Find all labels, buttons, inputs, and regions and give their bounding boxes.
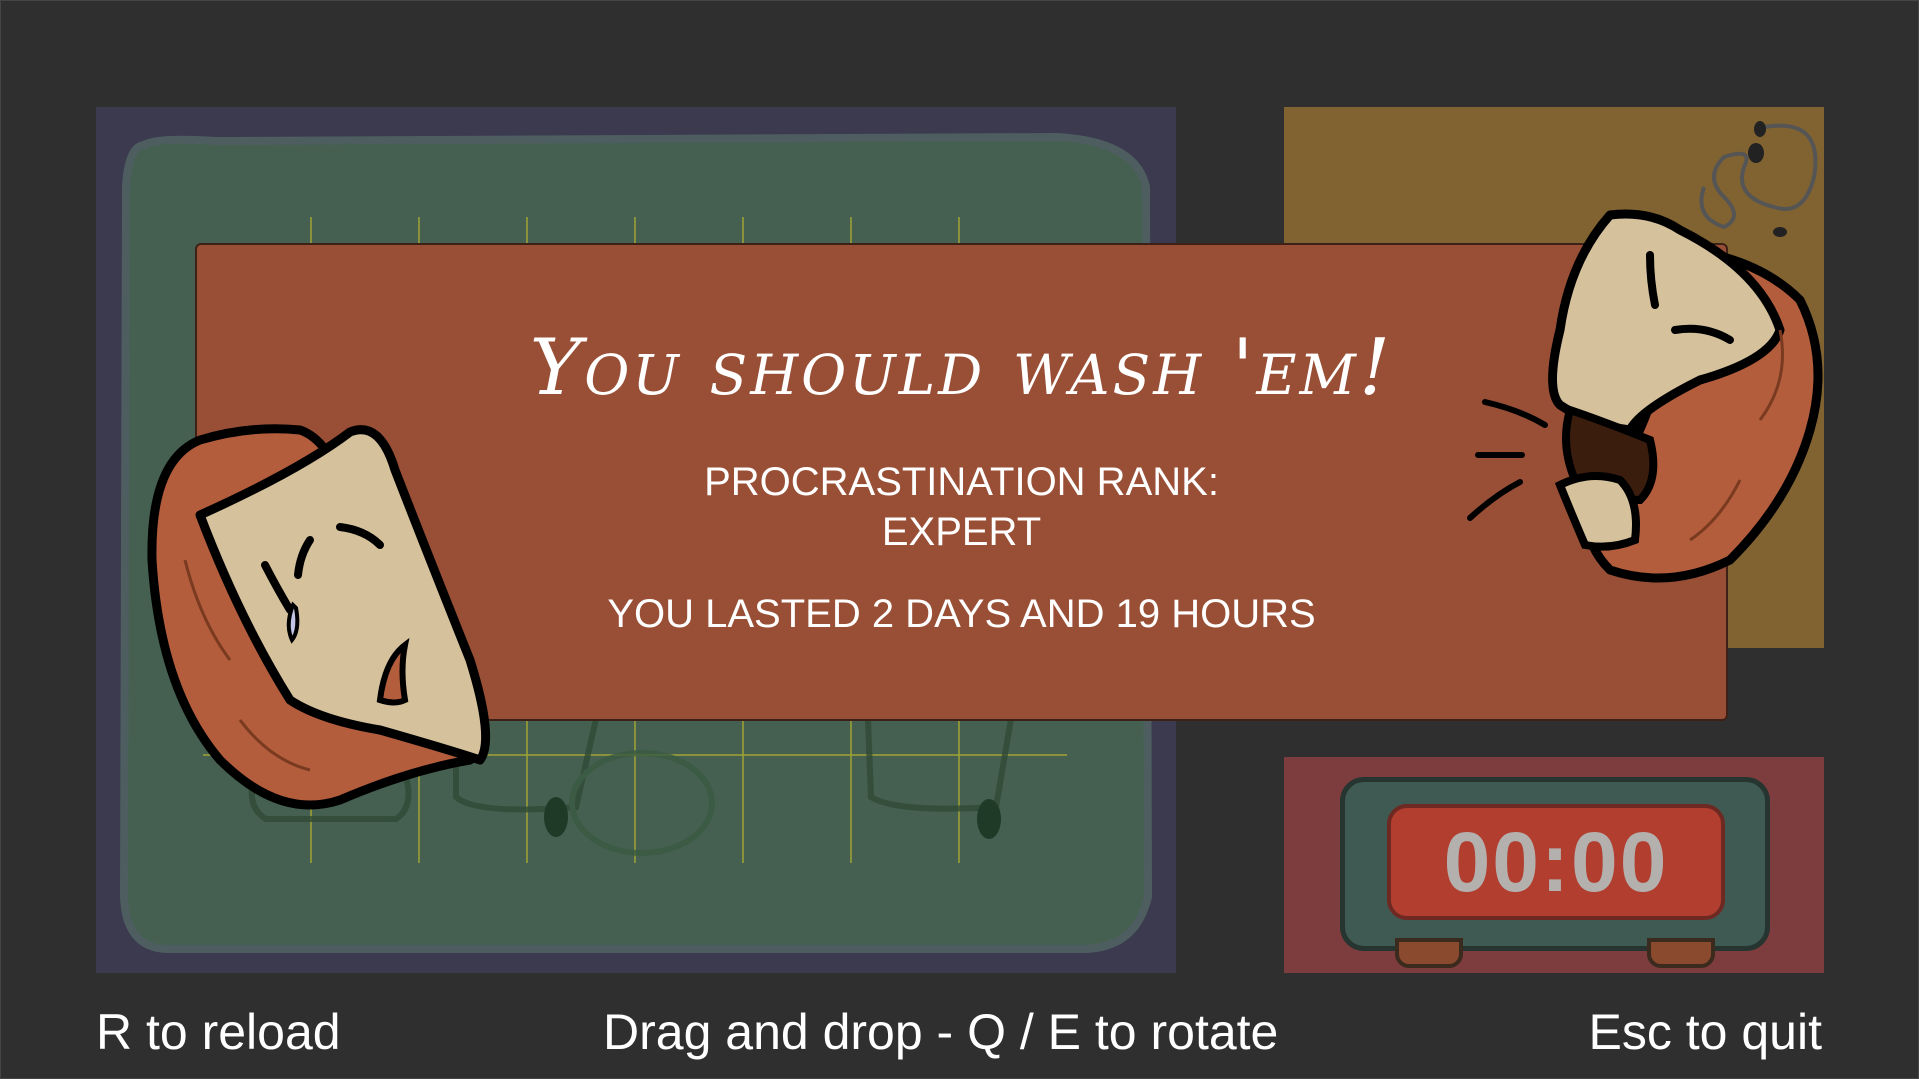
result-title: You should wash 'em! [529, 323, 1394, 413]
timer-display: 00:00 [1387, 804, 1725, 920]
quit-hint: Esc to quit [1588, 1004, 1822, 1060]
timer-panel: 00:00 [1284, 757, 1824, 973]
timer-foot [1395, 938, 1463, 968]
timer-foot [1647, 938, 1715, 968]
reload-hint: R to reload [96, 1004, 341, 1060]
controls-hint: Drag and drop - Q / E to rotate [603, 1004, 1279, 1060]
dish-handle [544, 797, 568, 837]
survival-duration: YOU LASTED 2 DAYS AND 19 HOURS [607, 592, 1316, 636]
rank-value: EXPERT [881, 510, 1042, 554]
timer-device: 00:00 [1340, 777, 1770, 968]
dish-handle [977, 799, 1001, 839]
game-over-card: You should wash 'em! PROCRASTINATION RAN… [195, 243, 1728, 721]
rank-label: PROCRASTINATION RANK: [704, 460, 1219, 504]
